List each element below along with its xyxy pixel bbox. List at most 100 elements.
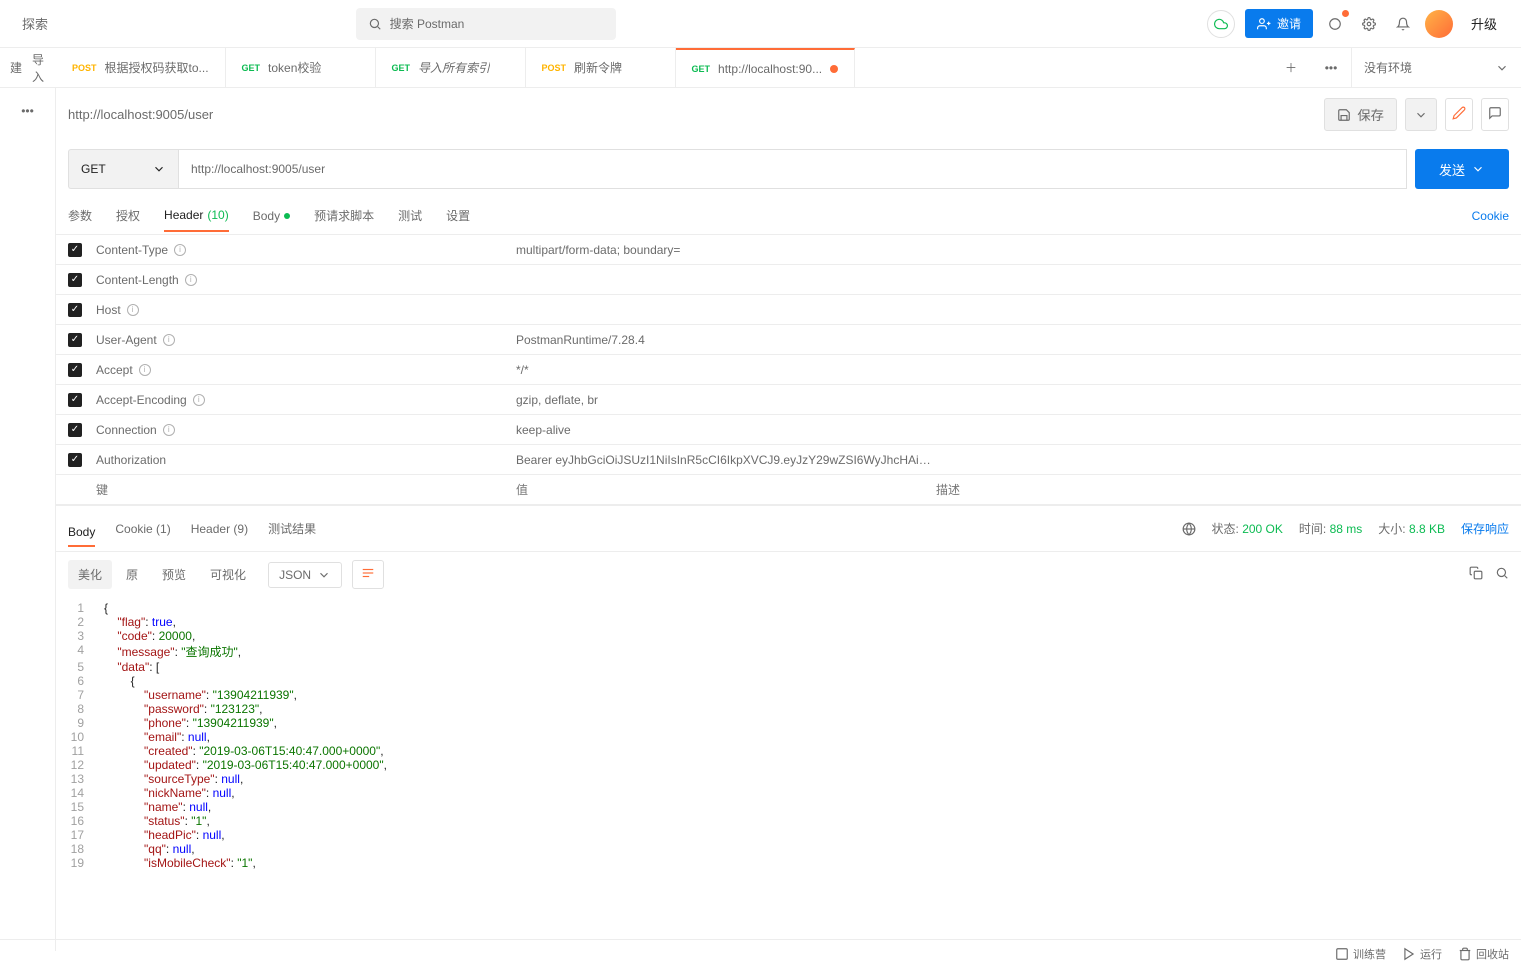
checkbox[interactable]: ✓ [68, 243, 82, 257]
info-icon: i [139, 364, 151, 376]
search-box[interactable]: 搜索 Postman [356, 8, 616, 40]
tab-auth[interactable]: 授权 [116, 199, 140, 232]
code-line: 13 "sourceType": null, [56, 772, 1521, 786]
save-dropdown[interactable] [1405, 98, 1437, 131]
checkbox[interactable]: ✓ [68, 273, 82, 287]
info-icon: i [174, 244, 186, 256]
header-key[interactable]: Hosti [96, 303, 516, 317]
edit-button[interactable] [1445, 98, 1473, 131]
code-line: 15 "name": null, [56, 800, 1521, 814]
tab-settings[interactable]: 设置 [446, 199, 470, 232]
code-line: 1{ [56, 601, 1521, 615]
url-input[interactable] [178, 149, 1407, 189]
settings-icon[interactable] [1357, 12, 1381, 36]
request-tab[interactable]: POST根据授权码获取to... [56, 48, 226, 87]
wrap-icon [361, 566, 375, 580]
code-line: 4 "message": "查询成功", [56, 643, 1521, 660]
save-response-button[interactable]: 保存响应 [1461, 520, 1509, 537]
header-value[interactable]: Bearer eyJhbGciOiJSUzI1NiIsInR5cCI6IkpXV… [516, 453, 936, 467]
view-raw[interactable]: 原 [116, 560, 148, 589]
wrap-button[interactable] [352, 560, 384, 589]
nav-explore[interactable]: 探索 [16, 10, 54, 37]
resp-tab-body[interactable]: Body [68, 519, 95, 547]
import-button[interactable]: 导入 [30, 47, 48, 89]
header-value[interactable]: multipart/form-data; boundary= [516, 243, 936, 257]
dirty-dot [830, 65, 838, 73]
avatar[interactable] [1425, 10, 1453, 38]
tab-title: 刷新令牌 [574, 59, 622, 76]
checkbox[interactable]: ✓ [68, 423, 82, 437]
checkbox[interactable]: ✓ [68, 363, 82, 377]
header-key[interactable]: Content-Typei [96, 243, 516, 257]
sidebar-more[interactable]: ••• [13, 96, 42, 126]
view-pretty[interactable]: 美化 [68, 560, 112, 589]
sync-icon[interactable] [1207, 10, 1235, 38]
notification-dot [1342, 10, 1349, 17]
tab-body[interactable]: Body [253, 201, 290, 231]
header-key[interactable]: Accepti [96, 363, 516, 377]
checkbox[interactable]: ✓ [68, 453, 82, 467]
header-value[interactable]: */* [516, 363, 936, 377]
footer-runner[interactable]: 运行 [1402, 946, 1442, 962]
header-value[interactable]: PostmanRuntime/7.28.4 [516, 333, 936, 347]
cookie-link[interactable]: Cookie [1472, 209, 1509, 223]
bell-icon[interactable] [1391, 12, 1415, 36]
tabs-more-button[interactable]: ••• [1311, 61, 1351, 75]
desc-input[interactable] [936, 483, 1509, 497]
json-label: JSON [279, 568, 311, 582]
resp-tab-tests[interactable]: 测试结果 [268, 514, 316, 543]
request-tab[interactable]: POST刷新令牌 [526, 48, 676, 87]
value-input[interactable] [516, 483, 936, 497]
header-key[interactable]: Connectioni [96, 423, 516, 437]
resp-tab-cookie[interactable]: Cookie (1) [115, 516, 170, 542]
checkbox[interactable]: ✓ [68, 333, 82, 347]
code-line: 10 "email": null, [56, 730, 1521, 744]
environment-select[interactable]: 没有环境 [1351, 48, 1521, 87]
request-tab[interactable]: GEThttp://localhost:90... [676, 48, 856, 87]
resp-tab-header[interactable]: Header (9) [191, 516, 248, 542]
tab-params[interactable]: 参数 [68, 199, 92, 232]
globe-icon [1182, 522, 1196, 536]
save-label: 保存 [1357, 105, 1384, 124]
header-key[interactable]: Authorization [96, 453, 516, 467]
footer-bootcamp[interactable]: 训练营 [1335, 946, 1386, 962]
upgrade-button[interactable]: 升级 [1463, 10, 1505, 37]
tab-title: http://localhost:90... [718, 62, 822, 76]
view-visualize[interactable]: 可视化 [200, 560, 256, 589]
tab-title: 导入所有索引 [418, 59, 490, 76]
checkbox[interactable]: ✓ [68, 393, 82, 407]
code-line: 9 "phone": "13904211939", [56, 716, 1521, 730]
json-type-select[interactable]: JSON [268, 562, 342, 588]
search-response-button[interactable] [1495, 566, 1509, 583]
tab-tests[interactable]: 测试 [398, 199, 422, 232]
header-key[interactable]: Content-Lengthi [96, 273, 516, 287]
key-input[interactable] [96, 483, 516, 497]
info-icon: i [185, 274, 197, 286]
send-button[interactable]: 发送 [1415, 149, 1509, 189]
header-key[interactable]: Accept-Encodingi [96, 393, 516, 407]
header-value[interactable]: keep-alive [516, 423, 936, 437]
copy-button[interactable] [1469, 566, 1483, 583]
header-value[interactable]: gzip, deflate, br [516, 393, 936, 407]
code-line: 7 "username": "13904211939", [56, 688, 1521, 702]
size-label: 大小: 8.8 KB [1378, 520, 1445, 537]
checkbox[interactable]: ✓ [68, 303, 82, 317]
info-icon: i [163, 334, 175, 346]
request-tab[interactable]: GETtoken校验 [226, 48, 376, 87]
footer-trash[interactable]: 回收站 [1458, 946, 1509, 962]
comment-button[interactable] [1481, 98, 1509, 131]
header-key[interactable]: User-Agenti [96, 333, 516, 347]
invite-button[interactable]: 邀请 [1245, 9, 1313, 38]
tab-headers[interactable]: Header (10) [164, 200, 229, 232]
tab-prereq[interactable]: 预请求脚本 [314, 199, 374, 232]
new-button[interactable]: 建 [8, 55, 24, 80]
code-line: 3 "code": 20000, [56, 629, 1521, 643]
method-select[interactable]: GET [68, 149, 178, 189]
tab-body-label: Body [253, 209, 280, 223]
notifications-icon[interactable] [1323, 12, 1347, 36]
view-preview[interactable]: 预览 [152, 560, 196, 589]
request-tab[interactable]: GET导入所有索引 [376, 48, 526, 87]
save-button[interactable]: 保存 [1324, 98, 1397, 131]
add-tab-button[interactable]: ＋ [1271, 59, 1311, 76]
tab-title: 根据授权码获取to... [105, 59, 209, 76]
